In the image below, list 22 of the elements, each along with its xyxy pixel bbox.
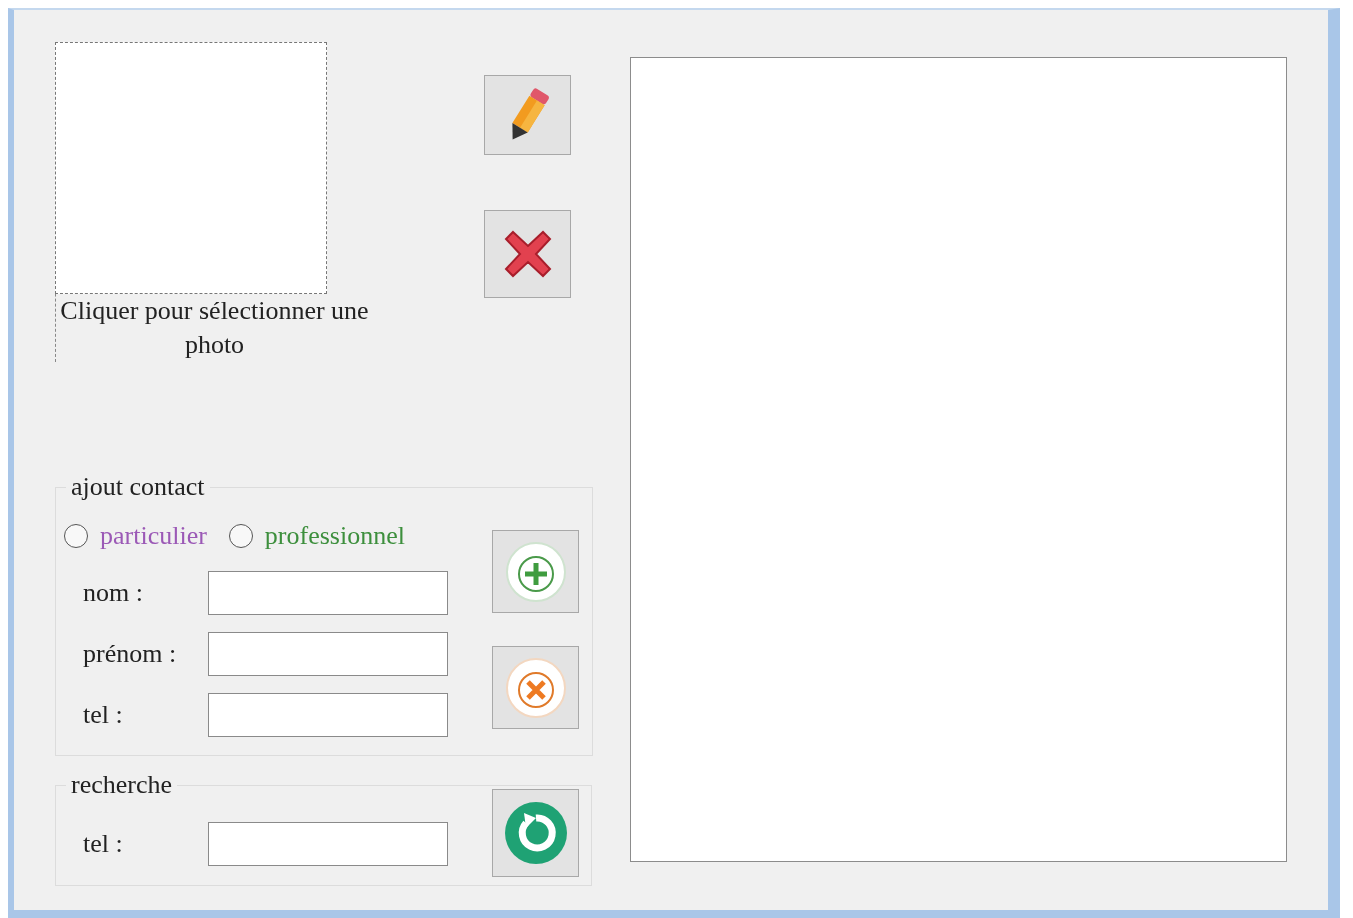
field-label: tel :: [82, 829, 124, 859]
field-label: prénom :: [82, 639, 178, 669]
x-circle-icon: [504, 656, 567, 719]
input-field[interactable]: [208, 571, 448, 615]
input-field[interactable]: [208, 822, 448, 866]
radio-label: professionnel: [264, 521, 405, 551]
field-label: nom :: [82, 578, 144, 608]
field-label: tel :: [82, 700, 124, 730]
refresh-icon: [503, 801, 568, 865]
photo-caption: Cliquer pour sélectionner une photo: [59, 295, 370, 361]
delete-button[interactable]: [484, 210, 571, 298]
cancel-button[interactable]: [492, 646, 579, 729]
radio-button[interactable]: [228, 524, 253, 548]
radio-label: particulier: [100, 521, 207, 551]
add-button[interactable]: [492, 530, 579, 613]
input-field[interactable]: [208, 693, 448, 737]
refresh-button[interactable]: [492, 789, 579, 877]
radio-button[interactable]: [64, 524, 88, 548]
cross-icon: [502, 229, 553, 279]
input-field[interactable]: [208, 632, 448, 676]
plus-circle-icon: [504, 540, 567, 603]
edit-button[interactable]: [484, 75, 571, 155]
